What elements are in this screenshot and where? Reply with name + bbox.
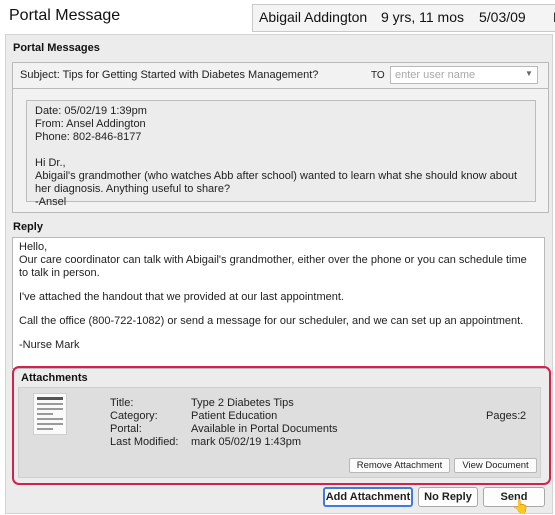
mouse-pointer-icon: 👆 (512, 498, 530, 514)
attachment-portal-label: Portal: (110, 423, 142, 435)
subject-text: Subject: Tips for Getting Started with D… (20, 69, 319, 81)
attachment-pages: 2 (520, 410, 527, 422)
patient-age: 9 yrs, 11 mos (381, 9, 464, 25)
message-phone: Phone: 802-846-8177 (35, 131, 142, 143)
no-reply-button[interactable]: No Reply (418, 487, 478, 507)
to-recipient-input[interactable] (390, 66, 538, 84)
attachments-heading: Attachments (21, 372, 88, 384)
reply-paragraph: Our care coordinator can talk with Abiga… (19, 254, 527, 279)
document-thumbnail-icon[interactable] (33, 393, 67, 435)
patient-dob: 5/03/09 (479, 9, 526, 25)
attachment-pages-label: Pages: (486, 410, 521, 422)
message-greeting: Hi Dr., (35, 157, 66, 169)
reply-signature: -Nurse Mark (19, 339, 80, 351)
add-attachment-button[interactable]: Add Attachment (323, 487, 413, 507)
reply-textarea[interactable]: Hello, Our care coordinator can talk wit… (12, 237, 545, 369)
reply-paragraph: Call the office (800-722-1082) or send a… (19, 315, 524, 327)
reply-heading: Reply (13, 221, 43, 233)
received-message: Date: 05/02/19 1:39pm From: Ansel Adding… (26, 100, 536, 208)
subject-row: Subject: Tips for Getting Started with D… (12, 62, 549, 89)
attachment-modified-label: Last Modified: (110, 436, 179, 448)
portal-messages-heading: Portal Messages (13, 42, 100, 54)
header-bar: Portal Message Abigail Addington 9 yrs, … (0, 0, 555, 34)
patient-name: Abigail Addington (259, 9, 368, 25)
message-body: Abigail's grandmother (who watches Abb a… (35, 170, 518, 195)
attachment-portal: Available in Portal Documents (191, 423, 338, 435)
attachment-category: Patient Education (191, 410, 278, 422)
message-date: Date: 05/02/19 1:39pm (35, 105, 147, 117)
attachment-modified: mark 05/02/19 1:43pm (191, 436, 302, 448)
reply-greeting: Hello, (19, 241, 48, 253)
message-from: From: Ansel Addington (35, 118, 146, 130)
attachment-category-label: Category: (110, 410, 158, 422)
attachment-title: Type 2 Diabetes Tips (191, 397, 294, 409)
message-signature: -Ansel (35, 196, 67, 208)
window-title: Portal Message (9, 7, 121, 24)
remove-attachment-button[interactable]: Remove Attachment (349, 458, 450, 473)
received-message-area: Date: 05/02/19 1:39pm From: Ansel Adding… (12, 89, 549, 213)
attachment-title-label: Title: (110, 397, 134, 409)
patient-banner: Abigail Addington 9 yrs, 11 mos 5/03/09 … (252, 4, 555, 32)
reply-paragraph: I've attached the handout that we provid… (19, 291, 344, 303)
to-label: TO (371, 70, 385, 81)
chevron-down-icon[interactable]: ▼ (525, 69, 533, 78)
view-document-button[interactable]: View Document (454, 458, 537, 473)
